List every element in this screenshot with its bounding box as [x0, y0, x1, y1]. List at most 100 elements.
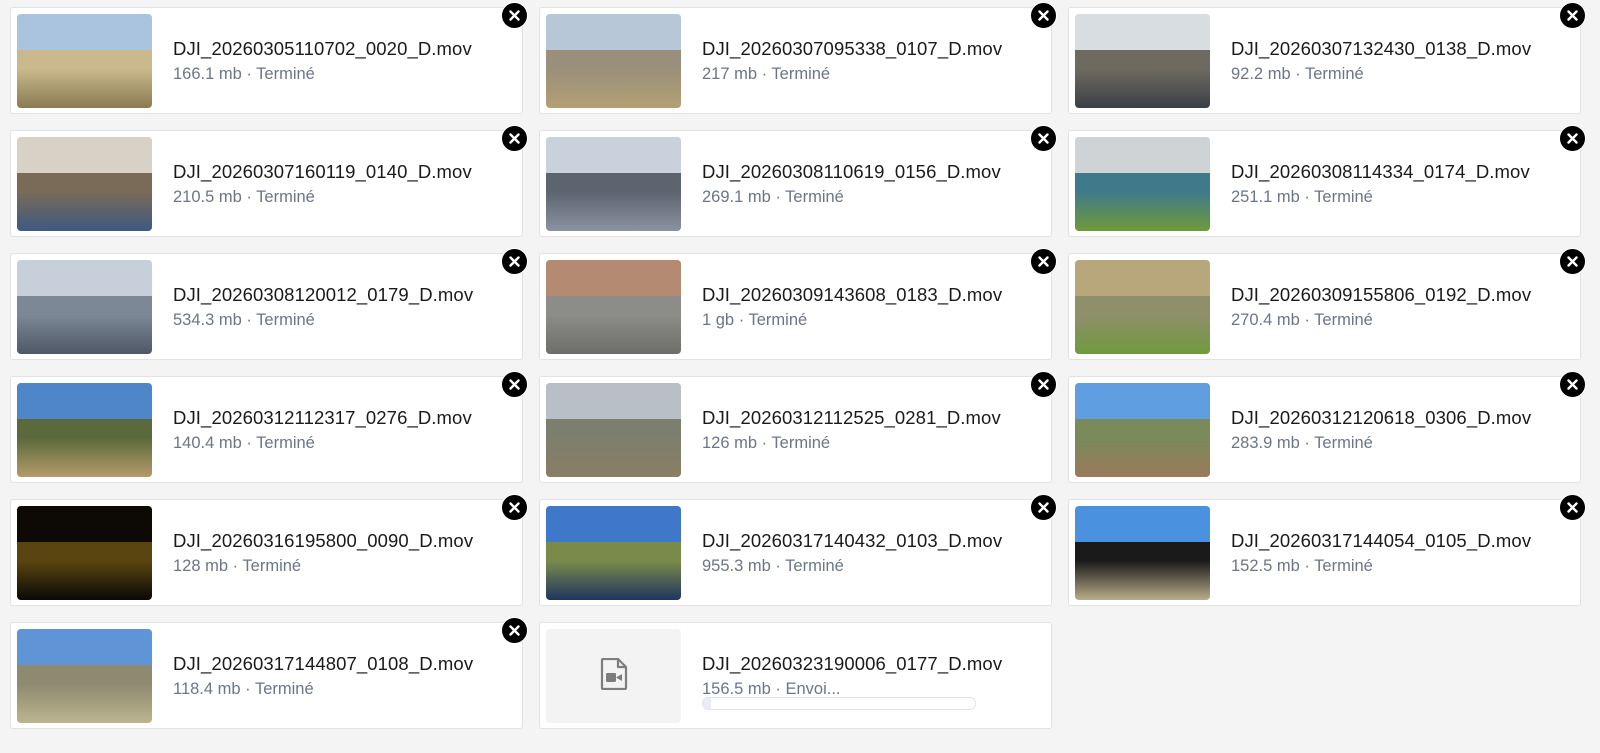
meta-separator: · [1299, 557, 1315, 575]
upload-status: Terminé [254, 680, 314, 698]
upload-status: Terminé [1305, 65, 1364, 83]
file-card: DJI_20260307095338_0107_D.mov 217 mb · Te… [539, 2, 1057, 114]
file-meta: 92.2 mb · Terminé [1231, 65, 1364, 84]
video-thumbnail [17, 383, 152, 477]
thumbnail-sky [546, 506, 681, 546]
remove-file-button[interactable] [1559, 248, 1586, 275]
close-icon [509, 256, 520, 267]
upload-status: Terminé [256, 188, 315, 206]
video-thumbnail [546, 14, 681, 108]
file-name: DJI_20260323190006_0177_D.mov [702, 653, 1003, 674]
thumbnail-midground [546, 418, 681, 440]
file-name: DJI_20260305110702_0020_D.mov [173, 38, 472, 59]
video-thumbnail [17, 629, 152, 723]
file-meta: 1 gb · Terminé [702, 311, 807, 330]
file-meta: 166.1 mb · Terminé [173, 65, 315, 84]
meta-separator: · [734, 311, 749, 329]
file-size: 251.1 mb [1231, 188, 1300, 206]
upload-progress-bar [702, 697, 976, 710]
remove-file-button[interactable] [501, 617, 528, 644]
remove-file-button[interactable] [1559, 125, 1586, 152]
meta-separator: · [241, 188, 257, 206]
upload-status: Terminé [1314, 434, 1373, 452]
thumbnail-ground [17, 437, 152, 477]
thumbnail-ground [17, 68, 152, 108]
remove-file-button[interactable] [1030, 2, 1057, 29]
thumbnail-sky [1075, 383, 1210, 423]
remove-file-button[interactable] [1030, 125, 1057, 152]
file-size: 217 mb [702, 65, 758, 83]
close-icon [509, 10, 520, 21]
thumbnail-sky [17, 260, 152, 300]
file-card: DJI_20260312112525_0281_D.mov 126 mb · Te… [539, 371, 1057, 483]
video-thumbnail [17, 260, 152, 354]
thumbnail-midground [1075, 541, 1210, 563]
remove-file-button[interactable] [501, 2, 528, 29]
remove-file-button[interactable] [1559, 494, 1586, 521]
file-meta: 152.5 mb · Terminé [1231, 557, 1373, 576]
meta-separator: · [1290, 65, 1305, 83]
thumbnail-sky [546, 14, 681, 54]
file-size: 1 gb [702, 311, 735, 329]
close-icon [1038, 133, 1049, 144]
remove-file-button[interactable] [1030, 371, 1057, 398]
file-size: 210.5 mb [173, 188, 242, 206]
upload-status: Terminé [256, 311, 315, 329]
file-card: DJI_20260308110619_0156_D.mov 269.1 mb · … [539, 125, 1057, 237]
thumbnail-midground [17, 172, 152, 194]
thumbnail-midground [1075, 418, 1210, 440]
remove-file-button[interactable] [501, 371, 528, 398]
remove-file-button[interactable] [501, 494, 528, 521]
upload-status: Terminé [256, 434, 315, 452]
thumbnail-ground [17, 314, 152, 354]
file-size: 128 mb [173, 557, 229, 575]
thumbnail-midground [17, 541, 152, 563]
upload-status: Terminé [771, 65, 831, 83]
close-icon [1567, 502, 1578, 513]
thumbnail-sky [546, 260, 681, 300]
remove-file-button[interactable] [1559, 371, 1586, 398]
remove-file-button[interactable] [1030, 248, 1057, 275]
thumbnail-ground [1075, 68, 1210, 108]
thumbnail-sky [1075, 137, 1210, 177]
close-icon [509, 133, 520, 144]
file-card: DJI_20260307160119_0140_D.mov 210.5 mb · … [10, 125, 528, 237]
meta-separator: · [757, 434, 772, 452]
remove-file-button[interactable] [501, 248, 528, 275]
meta-separator: · [757, 65, 772, 83]
thumbnail-sky [17, 137, 152, 177]
thumbnail-midground [1075, 172, 1210, 194]
thumbnail-sky [546, 383, 681, 423]
file-meta: 118.4 mb · Terminé [173, 680, 314, 699]
close-icon [1567, 10, 1578, 21]
video-thumbnail [546, 383, 681, 477]
close-icon [509, 625, 520, 636]
file-size: 955.3 mb [702, 557, 771, 575]
thumbnail-ground [17, 191, 152, 231]
remove-file-button[interactable] [501, 125, 528, 152]
remove-file-button[interactable] [1559, 2, 1586, 29]
thumbnail-midground [546, 295, 681, 317]
file-card: DJI_20260309143608_0183_D.mov 1 gb · Term… [539, 248, 1057, 360]
meta-separator: · [240, 680, 255, 698]
thumbnail-midground [1075, 295, 1210, 317]
thumbnail-sky [1075, 506, 1210, 546]
video-thumbnail [17, 14, 152, 108]
thumbnail-sky [1075, 260, 1210, 300]
file-size: 92.2 mb [1231, 65, 1291, 83]
video-thumbnail [17, 137, 152, 231]
thumbnail-midground [17, 295, 152, 317]
meta-separator: · [241, 434, 257, 452]
upload-status: Envoi... [785, 680, 841, 698]
remove-file-button[interactable] [1030, 494, 1057, 521]
meta-separator: · [241, 311, 257, 329]
thumbnail-ground [1075, 314, 1210, 354]
thumbnail-ground [546, 437, 681, 477]
file-meta: 283.9 mb · Terminé [1231, 434, 1373, 453]
file-meta: 955.3 mb · Terminé [702, 557, 844, 576]
upload-status: Terminé [1314, 311, 1373, 329]
file-name: DJI_20260307095338_0107_D.mov [702, 38, 1003, 59]
thumbnail-midground [546, 49, 681, 71]
thumbnail-midground [546, 172, 681, 194]
thumbnail-sky [17, 383, 152, 423]
